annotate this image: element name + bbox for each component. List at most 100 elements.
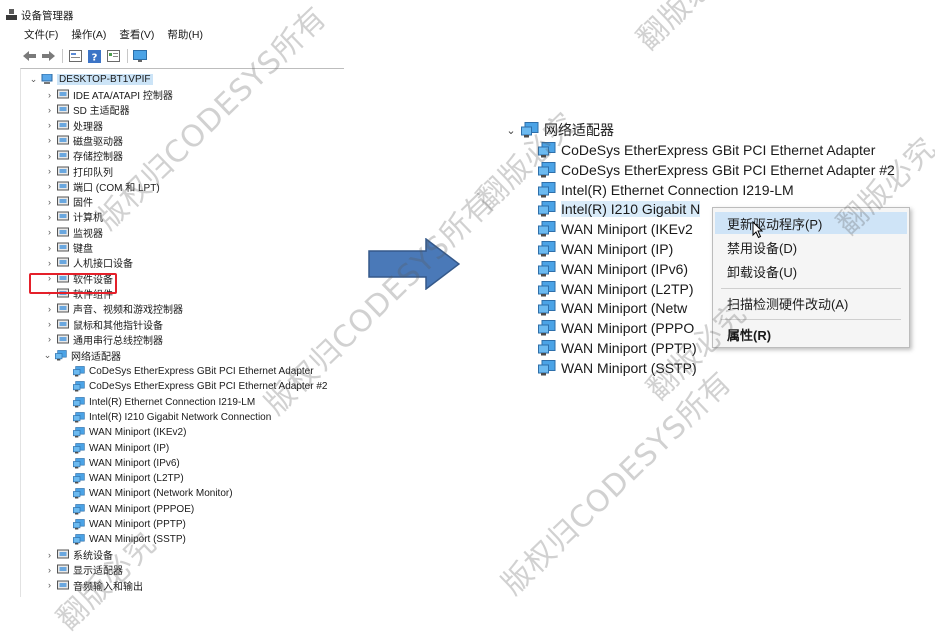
tree-category[interactable]: › 人机接口设备: [45, 255, 133, 270]
menu-help[interactable]: 帮助(H): [167, 27, 203, 44]
zoom-network-adapter-item[interactable]: WAN Miniport (SSTP): [538, 358, 697, 378]
expand-chevron-icon[interactable]: ›: [45, 197, 54, 207]
network-adapter-icon: [73, 534, 85, 545]
tree-category[interactable]: › 显示适配器: [45, 562, 123, 577]
toolbar: ?: [22, 47, 152, 65]
network-adapter-item[interactable]: WAN Miniport (IP): [73, 441, 169, 456]
expand-chevron-icon[interactable]: ›: [45, 166, 54, 176]
expand-chevron-icon[interactable]: ›: [45, 243, 54, 253]
zoom-network-adapter-item[interactable]: WAN Miniport (IKEv2: [538, 219, 693, 239]
network-adapter-icon: [55, 350, 67, 361]
network-adapter-icon: [538, 181, 556, 198]
forward-icon[interactable]: [41, 49, 55, 63]
network-adapter-item[interactable]: WAN Miniport (PPTP): [73, 517, 186, 532]
tree-category[interactable]: › 通用串行总线控制器: [45, 332, 163, 347]
menu-action[interactable]: 操作(A): [71, 27, 106, 44]
menu-item-properties[interactable]: 属性(R): [715, 323, 907, 345]
network-adapter-icon: [538, 280, 556, 297]
tree-category[interactable]: › 音频输入和输出: [45, 578, 143, 593]
details-icon[interactable]: [106, 49, 120, 63]
expand-chevron-icon[interactable]: ›: [45, 181, 54, 191]
tree-category[interactable]: › 磁盘驱动器: [45, 133, 123, 148]
tree-item-label: WAN Miniport (SSTP): [89, 534, 186, 546]
tree-category[interactable]: › 打印队列: [45, 164, 113, 179]
context-menu: 更新驱动程序(P) 禁用设备(D) 卸载设备(U) 扫描检测硬件改动(A) 属性…: [712, 207, 910, 348]
tree-category[interactable]: › SD 主适配器: [45, 102, 130, 117]
zoom-network-adapter-item[interactable]: WAN Miniport (IP): [538, 239, 673, 259]
tree-category[interactable]: › 鼠标和其他指针设备: [45, 317, 163, 332]
expand-chevron-icon[interactable]: ›: [45, 90, 54, 100]
tree-category-network-adapters[interactable]: ⌄ 网络适配器: [43, 348, 121, 363]
collapse-chevron-icon[interactable]: ⌄: [43, 350, 52, 361]
back-icon[interactable]: [22, 49, 36, 63]
help-icon[interactable]: ?: [87, 49, 101, 63]
expand-chevron-icon[interactable]: ›: [45, 565, 54, 575]
menu-file[interactable]: 文件(F): [24, 27, 58, 44]
network-adapter-item[interactable]: Intel(R) I210 Gigabit Network Connection: [73, 410, 271, 425]
expand-chevron-icon[interactable]: ›: [45, 227, 54, 237]
network-adapter-item[interactable]: WAN Miniport (IKEv2): [73, 425, 186, 440]
zoom-network-adapter-item[interactable]: CoDeSys EtherExpress GBit PCI Ethernet A…: [538, 160, 895, 180]
menu-item-update-driver[interactable]: 更新驱动程序(P): [715, 212, 907, 234]
expand-chevron-icon[interactable]: ›: [45, 151, 54, 161]
tree-item-label: 处理器: [73, 121, 103, 133]
tree-item-label: IDE ATA/ATAPI 控制器: [73, 91, 173, 102]
toolbar-separator: [62, 49, 63, 63]
collapse-chevron-icon[interactable]: ⌄: [504, 124, 518, 137]
tree-item-label: 通用串行总线控制器: [73, 335, 163, 347]
zoom-network-adapter-item[interactable]: CoDeSys EtherExpress GBit PCI Ethernet A…: [538, 140, 875, 160]
zoom-category-network-adapters[interactable]: ⌄ 网络适配器: [504, 120, 614, 140]
expand-chevron-icon[interactable]: ›: [45, 334, 54, 344]
properties-icon[interactable]: [68, 49, 82, 63]
expand-chevron-icon[interactable]: ›: [45, 304, 54, 314]
network-adapter-icon: [73, 381, 85, 392]
expand-chevron-icon[interactable]: ›: [45, 319, 54, 329]
tree-item-label: 磁盘驱动器: [73, 136, 123, 148]
zoom-network-adapter-item[interactable]: WAN Miniport (PPPO: [538, 318, 694, 338]
expand-chevron-icon[interactable]: ›: [45, 212, 54, 222]
network-adapter-icon: [538, 300, 556, 316]
tree-category[interactable]: › 端口 (COM 和 LPT): [45, 179, 160, 194]
zoom-network-adapter-item[interactable]: Intel(R) I210 Gigabit N: [538, 199, 701, 219]
expand-chevron-icon[interactable]: ›: [45, 580, 54, 590]
monitor-icon[interactable]: [133, 49, 147, 63]
tree-category[interactable]: › 系统设备: [45, 547, 113, 562]
zoom-network-adapter-item[interactable]: WAN Miniport (PPTP): [538, 338, 697, 358]
network-adapter-item[interactable]: WAN Miniport (SSTP): [73, 532, 186, 547]
tree-category[interactable]: › 键盘: [45, 240, 93, 255]
tree-root[interactable]: ⌄ DESKTOP-BT1VPIF: [29, 72, 153, 87]
menu-item-scan-hardware[interactable]: 扫描检测硬件改动(A): [715, 292, 907, 314]
tree-category[interactable]: › 计算机: [45, 209, 103, 224]
expand-chevron-icon[interactable]: ›: [45, 550, 54, 560]
zoom-network-adapter-item[interactable]: WAN Miniport (IPv6): [538, 259, 688, 279]
tree-category[interactable]: › 声音、视频和游戏控制器: [45, 301, 183, 316]
tree-category[interactable]: › 监视器: [45, 225, 103, 240]
tree-item-label: WAN Miniport (PPTP): [561, 340, 697, 356]
tree-category[interactable]: › IDE ATA/ATAPI 控制器: [45, 87, 173, 102]
network-adapter-item[interactable]: Intel(R) Ethernet Connection I219-LM: [73, 395, 255, 410]
network-adapter-item[interactable]: WAN Miniport (L2TP): [73, 471, 184, 486]
expand-chevron-icon[interactable]: ›: [45, 105, 54, 115]
menu-item-disable-device[interactable]: 禁用设备(D): [715, 236, 907, 258]
expand-chevron-icon[interactable]: ›: [45, 258, 54, 268]
network-adapter-item[interactable]: WAN Miniport (IPv6): [73, 456, 180, 471]
zoom-network-adapter-item[interactable]: WAN Miniport (L2TP): [538, 279, 694, 299]
tree-item-label: WAN Miniport (IP): [89, 442, 170, 454]
zoom-network-adapter-item[interactable]: WAN Miniport (Netw: [538, 298, 687, 318]
tree-category[interactable]: › 存储控制器: [45, 148, 123, 163]
network-adapter-item[interactable]: CoDeSys EtherExpress GBit PCI Ethernet A…: [73, 379, 327, 394]
network-adapter-item[interactable]: WAN Miniport (Network Monitor): [73, 486, 233, 501]
network-adapter-icon: [538, 320, 556, 336]
expand-chevron-icon[interactable]: ›: [45, 120, 54, 130]
tree-category[interactable]: › 固件: [45, 194, 93, 209]
zoom-network-adapter-item[interactable]: Intel(R) Ethernet Connection I219-LM: [538, 180, 794, 200]
tree-item-label: WAN Miniport (IP): [561, 241, 674, 257]
network-adapter-item[interactable]: CoDeSys EtherExpress GBit PCI Ethernet A…: [73, 364, 314, 379]
menu-item-uninstall-device[interactable]: 卸载设备(U): [715, 260, 907, 282]
menu-view[interactable]: 查看(V): [119, 27, 154, 44]
collapse-chevron-icon[interactable]: ⌄: [29, 74, 38, 85]
network-adapter-icon: [73, 488, 85, 499]
network-adapter-item[interactable]: WAN Miniport (PPPOE): [73, 502, 194, 517]
tree-category[interactable]: › 处理器: [45, 118, 103, 133]
expand-chevron-icon[interactable]: ›: [45, 135, 54, 145]
